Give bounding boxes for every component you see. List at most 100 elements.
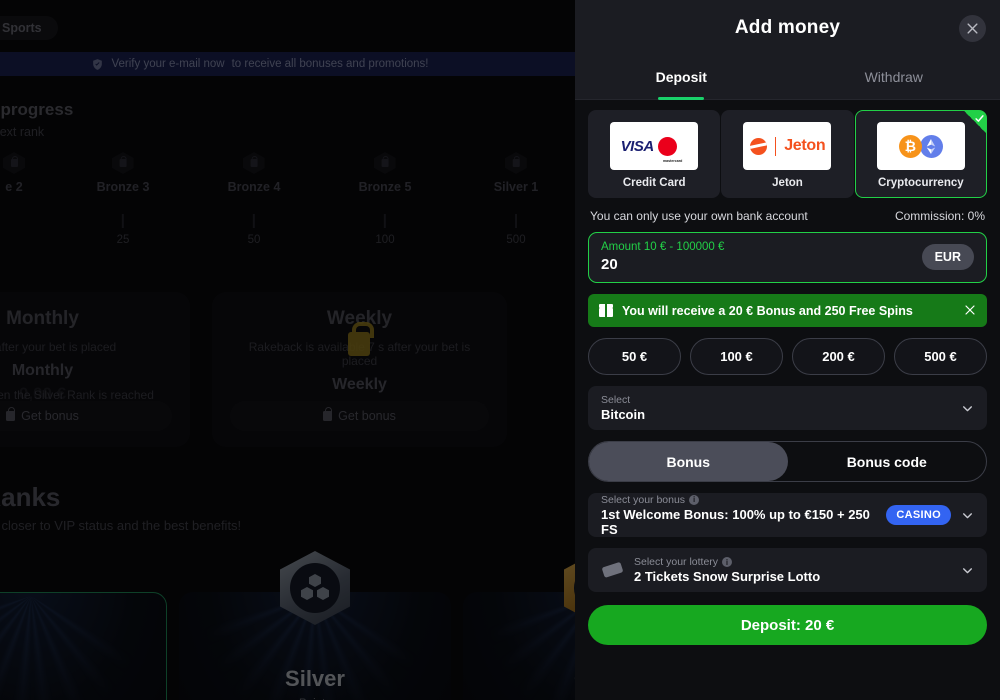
promo-button-label: Get bonus: [21, 409, 79, 423]
lock-icon: [323, 406, 333, 421]
promo-heading: Monthly: [6, 308, 79, 329]
bonus-select[interactable]: Select your bonus i 1st Welcome Bonus: 1…: [588, 493, 987, 537]
crypto-select[interactable]: Select Bitcoin: [588, 386, 987, 430]
crypto-select-label: Select: [601, 394, 631, 406]
rank-node[interactable]: Bronze 5 100: [358, 152, 412, 246]
verify-banner-bold: Verify your e-mail now: [111, 58, 225, 70]
payment-method-label: Jeton: [772, 177, 803, 189]
bonus-select-label: Select your bonus i: [601, 494, 876, 506]
amount-label: Amount 10 € - 100000 €: [601, 241, 725, 253]
deposit-withdraw-tabs: Deposit Withdraw: [575, 55, 1000, 100]
verify-banner-rest: to receive all bonuses and promotions!: [231, 58, 429, 70]
sports-tab[interactable]: Sports: [0, 16, 58, 40]
amount-input-box[interactable]: Amount 10 € - 100000 € 20 EUR: [588, 232, 987, 283]
quick-amount-500[interactable]: 500 €: [894, 338, 987, 375]
rank-lock-icon: [373, 152, 396, 174]
payment-methods: VISA mastercard Credit Card Jeton Jeton: [588, 110, 987, 198]
tab-bonus-code[interactable]: Bonus code: [788, 442, 987, 481]
gift-icon: [599, 304, 613, 317]
verify-email-banner[interactable]: Verify your e-mail now to receive all bo…: [0, 52, 575, 76]
rank-tick: [253, 214, 255, 228]
bitcoin-icon: ₿: [898, 134, 922, 158]
quick-amount-buttons: 50 € 100 € 200 € 500 €: [588, 338, 987, 375]
rank-lock-icon: [242, 152, 265, 174]
rank-label: Silver 1: [493, 180, 539, 194]
rank-label: Bronze 5: [358, 180, 412, 194]
promo-heading-2: Monthly: [11, 362, 74, 379]
rank-lock-icon: [111, 152, 134, 174]
close-icon: [967, 23, 978, 34]
rank-node[interactable]: Silver 1 500: [493, 152, 539, 246]
tier-name: Silver: [285, 666, 345, 691]
promo-heading-2: Weekly: [332, 376, 387, 393]
visa-icon: VISA: [620, 137, 655, 155]
info-icon[interactable]: i: [722, 557, 733, 567]
silver-badge-icon: [279, 550, 351, 626]
rank-node[interactable]: e 2: [3, 152, 25, 194]
payment-method-label: Credit Card: [622, 177, 686, 189]
shield-icon: [93, 58, 103, 70]
modal-header: Add money: [575, 0, 1000, 55]
lottery-select-label: Select your lottery i: [634, 556, 951, 568]
jeton-divider: [774, 136, 777, 156]
rank-value: 100: [375, 234, 395, 246]
tier-cards: Silver Points 500 Gold Points 50,000: [0, 551, 575, 700]
quick-amount-100[interactable]: 100 €: [690, 338, 783, 375]
lottery-select-value: 2 Tickets Snow Surprise Lotto: [634, 569, 821, 584]
bonus-select-label-text: Select your bonus: [601, 493, 686, 506]
payment-notes: You can only use your own bank account C…: [588, 198, 987, 232]
payment-method-cryptocurrency[interactable]: ₿ Cryptocurrency: [854, 110, 987, 198]
tab-withdraw[interactable]: Withdraw: [788, 55, 1000, 99]
promo-cards: Monthly 30 s after your bet is placed Mo…: [0, 292, 507, 447]
ranks-heading: m Ranks: [0, 482, 61, 512]
ethereum-icon: [919, 134, 943, 158]
tab-bonus[interactable]: Bonus: [589, 442, 788, 481]
lock-icon: [6, 406, 16, 421]
rank-node[interactable]: Bronze 4 50: [228, 152, 280, 246]
jeton-logo: Jeton: [743, 122, 832, 170]
deposit-button[interactable]: Deposit: 20 €: [588, 605, 987, 645]
level-progress-title: level progress: [0, 100, 74, 119]
close-button[interactable]: [959, 15, 986, 42]
promo-get-bonus-button[interactable]: Get bonus: [0, 401, 172, 431]
promo-sub-2: available when the Silver Rank is reache…: [0, 388, 154, 402]
visa-mastercard-logo: VISA mastercard: [610, 122, 699, 170]
rank-label: e 2: [5, 180, 23, 194]
promo-button-label: Get bonus: [338, 409, 396, 423]
ranks-subtitle: one step closer to VIP status and the be…: [0, 518, 242, 533]
bonus-segmented-control: Bonus Bonus code: [588, 441, 987, 482]
payment-method-jeton[interactable]: Jeton Jeton: [721, 110, 854, 198]
lottery-select[interactable]: Select your lottery i 2 Tickets Snow Sur…: [588, 548, 987, 592]
payment-method-label: Cryptocurrency: [878, 177, 964, 189]
tab-deposit[interactable]: Deposit: [575, 55, 788, 99]
modal-body: VISA mastercard Credit Card Jeton Jeton: [575, 100, 1000, 700]
chevron-down-icon: [963, 567, 972, 573]
tier-card-silver[interactable]: Silver Points 500: [179, 551, 451, 700]
rank-tick: [515, 214, 517, 228]
promo-get-bonus-button[interactable]: Get bonus: [230, 401, 489, 431]
quick-amount-50[interactable]: 50 €: [588, 338, 681, 375]
tier-card-gold[interactable]: Gold Points 50,000: [463, 551, 575, 700]
tier-card[interactable]: [0, 587, 167, 700]
crypto-select-value: Bitcoin: [601, 407, 646, 422]
bonus-notice-banner: You will receive a 20 € Bonus and 250 Fr…: [588, 294, 987, 327]
currency-pill[interactable]: EUR: [921, 244, 974, 270]
payment-method-credit-card[interactable]: VISA mastercard Credit Card: [588, 110, 721, 198]
casino-badge: CASINO: [886, 505, 951, 525]
mastercard-icon: mastercard: [657, 136, 688, 163]
rank-node[interactable]: Bronze 3 25: [97, 152, 149, 246]
chevron-down-icon: [963, 512, 972, 518]
rank-tick: [122, 214, 124, 228]
rank-value: 500: [506, 234, 526, 246]
amount-input[interactable]: 20: [601, 256, 724, 273]
check-icon: [975, 114, 984, 122]
quick-amount-200[interactable]: 200 €: [792, 338, 885, 375]
promo-card-weekly: Weekly Rakeback is available 7 s after y…: [212, 292, 507, 447]
screen: Sports Verify your e-mail now to receive…: [0, 0, 1000, 700]
chevron-down-icon: [963, 405, 972, 411]
rays-decoration: [0, 587, 146, 700]
jeton-wordmark: Jeton: [784, 137, 826, 154]
modal-title: Add money: [734, 16, 841, 38]
dismiss-bonus-icon[interactable]: [964, 304, 976, 316]
info-icon[interactable]: i: [689, 494, 700, 505]
